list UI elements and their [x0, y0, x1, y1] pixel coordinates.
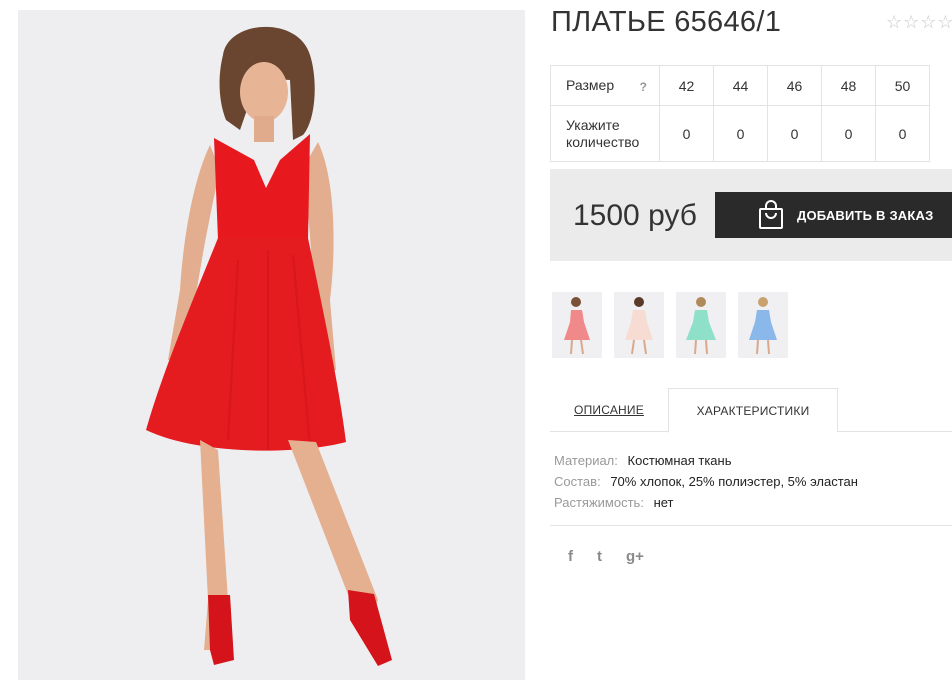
price: 1500 руб [573, 199, 697, 232]
star-icon[interactable]: ☆ [903, 12, 919, 32]
size-label-cell: Размер ? [550, 65, 660, 106]
google-plus-icon[interactable]: g+ [626, 548, 644, 565]
spec-key: Состав: [554, 474, 601, 489]
thumbnail-coral-dress[interactable] [552, 292, 602, 358]
quantity-label: Укажите количество [550, 105, 660, 162]
quantity-input[interactable]: 0 [875, 105, 930, 162]
size-cell: 48 [821, 65, 876, 106]
spec-value: 70% хлопок, 25% полиэстер, 5% эластан [610, 474, 858, 489]
add-to-order-label: ДОБАВИТЬ В ЗАКАЗ [797, 207, 934, 223]
price-box: 1500 руб ДОБАВИТЬ В ЗАКАЗ [550, 169, 952, 261]
spec-value: нет [653, 495, 674, 510]
spec-key: Материал: [554, 453, 618, 468]
shopping-bag-icon [759, 200, 783, 229]
divider [550, 525, 952, 526]
thumbnail-mint-dress[interactable] [676, 292, 726, 358]
spec-row-composition: Состав: 70% хлопок, 25% полиэстер, 5% эл… [554, 471, 858, 492]
quantity-row: Укажите количество 0 0 0 0 0 [550, 105, 930, 162]
tab-characteristics[interactable]: ХАРАКТЕРИСТИКИ [668, 388, 838, 433]
star-icon[interactable]: ☆ [937, 12, 952, 32]
facebook-icon[interactable]: f [568, 548, 573, 565]
size-cell: 46 [767, 65, 822, 106]
quantity-input[interactable]: 0 [713, 105, 768, 162]
thumbnail-pink-dress[interactable] [614, 292, 664, 358]
tab-description[interactable]: ОПИСАНИЕ [550, 388, 668, 432]
add-to-order-button[interactable]: ДОБАВИТЬ В ЗАКАЗ [715, 192, 952, 238]
star-icon[interactable]: ☆ [920, 12, 936, 32]
size-cell: 44 [713, 65, 768, 106]
model-in-red-dress-illustration [18, 10, 525, 680]
thumbnail-blue-dress[interactable] [738, 292, 788, 358]
spec-key: Растяжимость: [554, 495, 644, 510]
size-table: Размер ? 42 44 46 48 50 Укажите количест… [550, 65, 930, 162]
size-row: Размер ? 42 44 46 48 50 [550, 65, 930, 106]
size-cell: 42 [659, 65, 714, 106]
star-icon[interactable]: ☆ [886, 12, 902, 32]
size-cell: 50 [875, 65, 930, 106]
spec-row-material: Материал: Костюмная ткань [554, 450, 858, 471]
quantity-input[interactable]: 0 [767, 105, 822, 162]
product-title: ПЛАТЬЕ 65646/1 [551, 6, 782, 38]
characteristics-list: Материал: Костюмная ткань Состав: 70% хл… [554, 450, 858, 513]
product-main-image[interactable] [18, 10, 525, 680]
color-thumbnails [552, 292, 788, 358]
size-label: Размер [566, 77, 615, 93]
product-tabs: ОПИСАНИЕ ХАРАКТЕРИСТИКИ [550, 388, 952, 433]
spec-row-stretch: Растяжимость: нет [554, 492, 858, 513]
quantity-input[interactable]: 0 [821, 105, 876, 162]
spec-value: Костюмная ткань [627, 453, 732, 468]
social-share: f t g+ [568, 548, 644, 565]
twitter-icon[interactable]: t [597, 548, 602, 565]
help-icon[interactable]: ? [640, 79, 647, 96]
quantity-input[interactable]: 0 [659, 105, 714, 162]
rating-stars[interactable]: ☆ ☆ ☆ ☆ ☆ [886, 12, 952, 32]
